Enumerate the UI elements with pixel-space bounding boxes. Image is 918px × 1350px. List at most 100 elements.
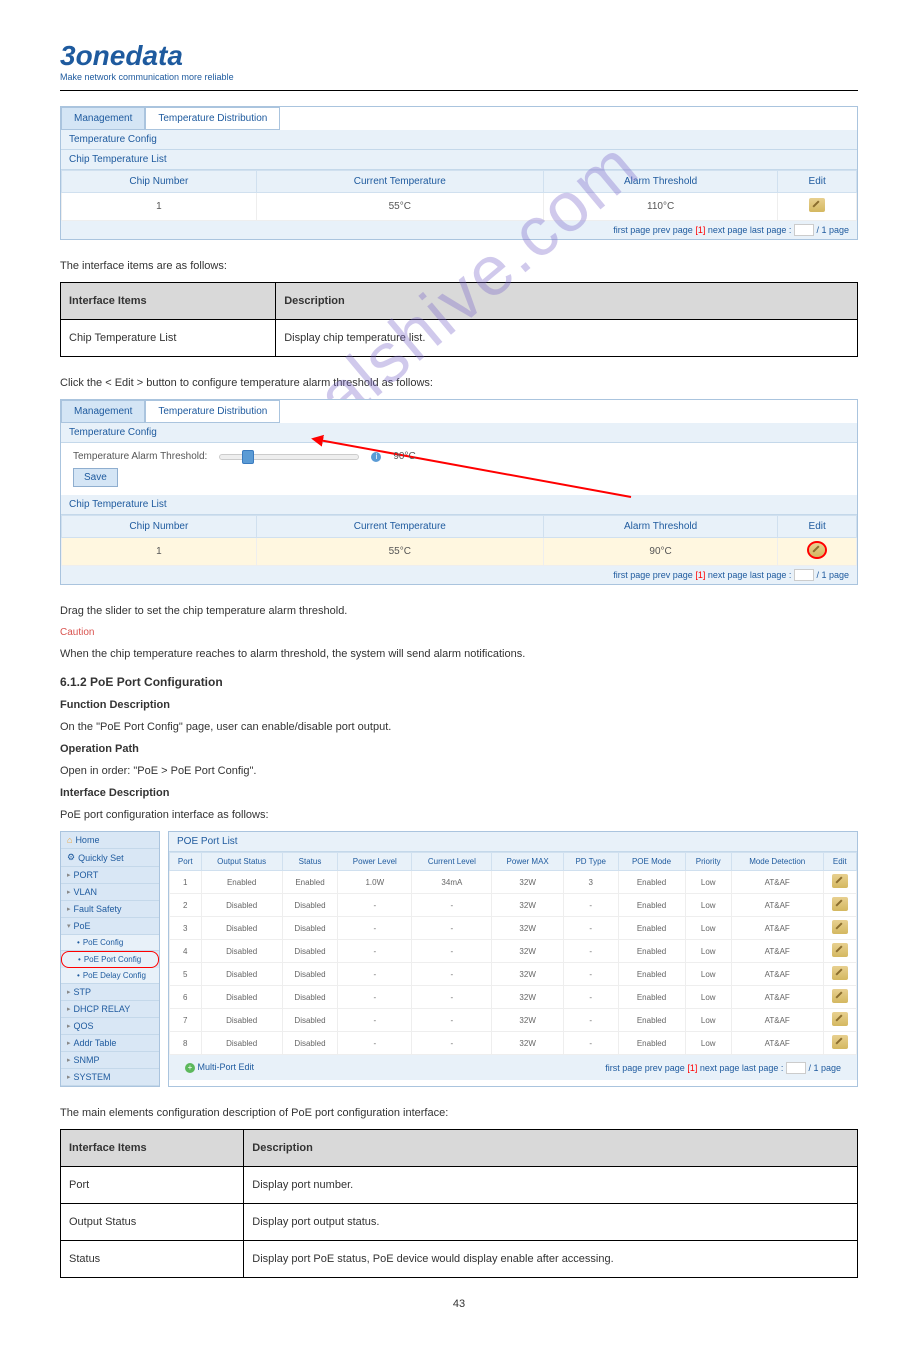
prev-page-link-3[interactable]: prev page [645, 1063, 685, 1073]
poe-cell-os: Disabled [201, 1009, 282, 1032]
poe-cell-cl: - [412, 894, 492, 917]
desc1-h2: Description [276, 283, 858, 320]
poe-cell-edit[interactable] [823, 986, 856, 1009]
poe-cell-edit[interactable] [823, 940, 856, 963]
poe-cell-pm: 32W [492, 917, 564, 940]
sidebar-item-vlan[interactable]: ▸VLAN [61, 884, 159, 901]
sidebar-item-home[interactable]: ⌂Home [61, 832, 159, 849]
tab-temperature[interactable]: Temperature Distribution [145, 107, 280, 130]
sidebar-item-poe[interactable]: ▾PoE [61, 918, 159, 935]
poe-cell-cl: 34mA [412, 871, 492, 894]
desc1-h1: Interface Items [61, 283, 276, 320]
poe-cell-st: Disabled [282, 917, 337, 940]
poe-cell-edit[interactable] [823, 871, 856, 894]
desc1-r1c1: Chip Temperature List [61, 320, 276, 357]
poe-cell-pri: Low [685, 871, 731, 894]
home-icon: ⌂ [67, 835, 72, 845]
sidebar-item-snmp[interactable]: ▸SNMP [61, 1052, 159, 1069]
sidebar-poeconf-label: PoE Config [83, 938, 123, 947]
cell-temp: 55°C [256, 193, 543, 221]
edit-icon[interactable] [832, 920, 848, 934]
sidebar-item-system[interactable]: ▸SYSTEM [61, 1069, 159, 1086]
arrow-icon: ▸ [67, 1073, 71, 1081]
sidebar-item-poe-port-config[interactable]: •PoE Port Config [61, 951, 159, 968]
last-page-link-3[interactable]: last page : [742, 1063, 784, 1073]
first-page-link-2[interactable]: first page [613, 570, 650, 580]
last-page-link-2[interactable]: last page : [750, 570, 792, 580]
tabs-1: Management Temperature Distribution [61, 107, 857, 130]
poe-cell-pmode: Enabled [618, 986, 685, 1009]
func-desc-heading: Function Description [60, 699, 858, 711]
poe-cell-cl: - [412, 1009, 492, 1032]
poe-cell-os: Disabled [201, 1032, 282, 1055]
last-page-link[interactable]: last page : [750, 225, 792, 235]
threshold-label: Temperature Alarm Threshold: [73, 451, 207, 462]
section-heading-poe: 6.1.2 PoE Port Configuration [60, 675, 858, 689]
prev-page-link[interactable]: prev page [653, 225, 693, 235]
poe-cell-pl: - [338, 986, 412, 1009]
cell-edit-2[interactable] [778, 538, 857, 566]
cell-edit[interactable] [778, 193, 857, 221]
poe-cell-pd: - [563, 1009, 618, 1032]
iface-desc-heading: Interface Description [60, 787, 858, 799]
poe-cell-pd: - [563, 917, 618, 940]
arrow-icon: ▸ [67, 1039, 71, 1047]
poe-cell-edit[interactable] [823, 1009, 856, 1032]
desc-table-1: Interface Items Description Chip Tempera… [60, 282, 858, 357]
sidebar-item-dhcp[interactable]: ▸DHCP RELAY [61, 1001, 159, 1018]
edit-icon[interactable] [832, 943, 848, 957]
slider-thumb[interactable] [242, 450, 254, 464]
poe-cell-pl: - [338, 894, 412, 917]
sidebar-item-port[interactable]: ▸PORT [61, 867, 159, 884]
poe-cell-edit[interactable] [823, 1032, 856, 1055]
page-input-3[interactable] [786, 1062, 806, 1074]
page-input[interactable] [794, 224, 814, 236]
poe-col-pri: Priority [685, 853, 731, 871]
multi-port-edit-button[interactable]: + Multi-Port Edit [177, 1058, 262, 1077]
sidebar-item-poe-delay[interactable]: •PoE Delay Config [61, 968, 159, 984]
page-number: 43 [60, 1298, 858, 1310]
edit-icon[interactable] [809, 198, 825, 212]
next-page-link[interactable]: next page [708, 225, 748, 235]
tab-management-2[interactable]: Management [61, 400, 145, 423]
threshold-slider[interactable] [219, 454, 359, 460]
edit-icon[interactable] [832, 897, 848, 911]
sidebar-item-quick[interactable]: ⚙Quickly Set [61, 849, 159, 867]
op-path-heading: Operation Path [60, 743, 858, 755]
edit-icon[interactable] [832, 989, 848, 1003]
page-input-2[interactable] [794, 569, 814, 581]
poe-cell-md: AT&AF [731, 986, 823, 1009]
tab-management[interactable]: Management [61, 107, 145, 130]
divider [60, 90, 858, 91]
poe-cell-edit[interactable] [823, 963, 856, 986]
next-page-link-3[interactable]: next page [700, 1063, 740, 1073]
chip-temp-list-header-2: Chip Temperature List [61, 495, 857, 515]
poe-cell-edit[interactable] [823, 894, 856, 917]
tab-temperature-2[interactable]: Temperature Distribution [145, 400, 280, 423]
desc2-r2c2: Display port output status. [244, 1204, 858, 1241]
sidebar-fault-label: Fault Safety [74, 904, 122, 914]
poe-cell-st: Disabled [282, 1009, 337, 1032]
prev-page-link-2[interactable]: prev page [653, 570, 693, 580]
edit-icon[interactable] [832, 1035, 848, 1049]
sidebar-item-qos[interactable]: ▸QOS [61, 1018, 159, 1035]
save-button[interactable]: Save [73, 468, 118, 487]
edit-icon-circled[interactable] [809, 543, 825, 557]
edit-icon[interactable] [832, 1012, 848, 1026]
poe-cell-pl: - [338, 917, 412, 940]
first-page-link-3[interactable]: first page [605, 1063, 642, 1073]
next-page-link-2[interactable]: next page [708, 570, 748, 580]
poe-cell-pri: Low [685, 986, 731, 1009]
sidebar-item-fault[interactable]: ▸Fault Safety [61, 901, 159, 918]
edit-icon[interactable] [832, 874, 848, 888]
first-page-link[interactable]: first page [613, 225, 650, 235]
info-icon[interactable]: i [371, 452, 381, 462]
poe-cell-pl: 1.0W [338, 871, 412, 894]
desc2-r3c2: Display port PoE status, PoE device woul… [244, 1241, 858, 1278]
edit-icon[interactable] [832, 966, 848, 980]
poe-cell-edit[interactable] [823, 917, 856, 940]
sidebar-item-stp[interactable]: ▸STP [61, 984, 159, 1001]
sidebar-item-addr[interactable]: ▸Addr Table [61, 1035, 159, 1052]
sidebar-item-poe-config[interactable]: •PoE Config [61, 935, 159, 951]
temp-config-header-2: Temperature Config [61, 423, 857, 443]
